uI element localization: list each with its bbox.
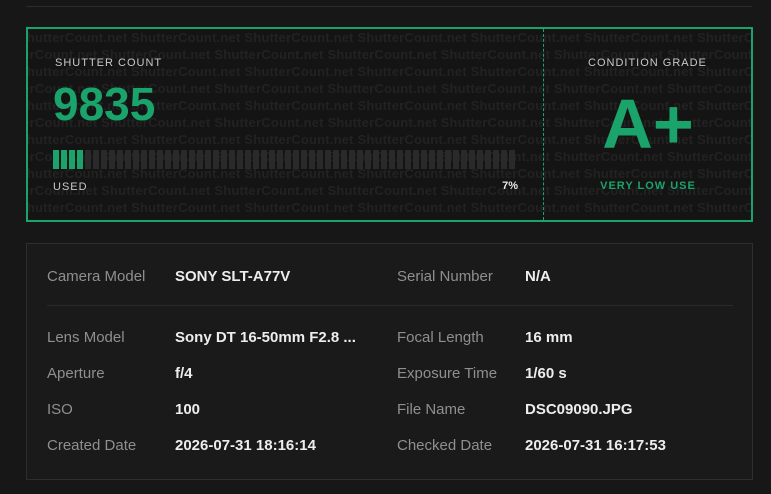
iso-label: ISO [47,401,73,418]
progress-segment-empty [429,150,435,169]
usage-progress-bar [53,150,519,169]
progress-segment-empty [173,150,179,169]
progress-segment-empty [317,150,323,169]
progress-segment-empty [509,150,515,169]
progress-segment-empty [189,150,195,169]
created-date-value: 2026-07-31 18:16:14 [175,437,316,454]
lens-model-value: Sony DT 16-50mm F2.8 ... [175,329,356,346]
progress-segment-filled [69,150,75,169]
progress-segment-empty [221,150,227,169]
progress-segment-empty [197,150,203,169]
card-divider [543,29,544,220]
progress-segment-empty [101,150,107,169]
progress-segment-filled [77,150,83,169]
condition-grade-label: CONDITION GRADE [588,57,707,69]
focal-length-label: Focal Length [397,329,484,346]
serial-number-label: Serial Number [397,268,493,285]
progress-segment-empty [485,150,491,169]
progress-segment-empty [181,150,187,169]
progress-segment-empty [341,150,347,169]
progress-segment-empty [109,150,115,169]
progress-segment-empty [453,150,459,169]
progress-segment-empty [365,150,371,169]
progress-segment-empty [445,150,451,169]
condition-grade-value: A+ [602,85,694,163]
used-label: USED [53,181,88,193]
exposure-time-label: Exposure Time [397,365,498,382]
aperture-label: Aperture [47,365,105,382]
progress-segment-empty [421,150,427,169]
progress-segment-empty [477,150,483,169]
progress-segment-empty [229,150,235,169]
progress-segment-empty [405,150,411,169]
progress-segment-empty [125,150,131,169]
progress-segment-empty [301,150,307,169]
progress-segment-empty [413,150,419,169]
details-separator [47,305,733,306]
progress-segment-empty [437,150,443,169]
file-name-label: File Name [397,401,466,418]
aperture-value: f/4 [175,365,193,382]
progress-segment-empty [493,150,499,169]
used-percent: 7% [502,180,518,192]
progress-segment-empty [261,150,267,169]
progress-segment-empty [293,150,299,169]
iso-value: 100 [175,401,201,418]
progress-segment-empty [469,150,475,169]
checked-date-label: Checked Date [397,437,493,454]
checked-date-value: 2026-07-31 16:17:53 [525,437,666,454]
progress-segment-empty [149,150,155,169]
progress-segment-empty [205,150,211,169]
shutter-count-value: 9835 [53,78,156,130]
progress-segment-empty [133,150,139,169]
progress-segment-empty [349,150,355,169]
watermark-line: ShutterCount.net ShutterCount.net Shutte… [28,216,751,220]
serial-number-value: N/A [525,268,551,285]
progress-segment-empty [117,150,123,169]
watermark-line: ShutterCount.net ShutterCount.net Shutte… [28,30,751,45]
exposure-time-value: 1/60 s [525,365,567,382]
progress-segment-empty [381,150,387,169]
progress-segment-empty [277,150,283,169]
created-date-label: Created Date [47,437,137,454]
progress-segment-empty [325,150,331,169]
focal-length-value: 16 mm [525,329,573,346]
progress-segment-empty [309,150,315,169]
progress-segment-empty [245,150,251,169]
progress-segment-empty [253,150,259,169]
progress-segment-empty [285,150,291,169]
lens-model-label: Lens Model [47,329,125,346]
progress-segment-empty [157,150,163,169]
progress-segment-empty [165,150,171,169]
progress-segment-empty [237,150,243,169]
progress-segment-empty [461,150,467,169]
progress-segment-empty [269,150,275,169]
progress-segment-filled [61,150,67,169]
top-divider [26,6,752,7]
progress-segment-filled [53,150,59,169]
progress-segment-empty [213,150,219,169]
camera-model-value: SONY SLT-A77V [175,268,291,285]
progress-segment-empty [141,150,147,169]
camera-model-label: Camera Model [47,268,146,285]
progress-segment-empty [397,150,403,169]
shutter-count-card: ShutterCount.net ShutterCount.net Shutte… [26,27,753,222]
progress-segment-empty [333,150,339,169]
watermark-line: ShutterCount.net ShutterCount.net Shutte… [28,200,751,215]
progress-segment-empty [373,150,379,169]
progress-segment-empty [93,150,99,169]
condition-grade-description: VERY LOW USE [600,180,696,192]
progress-segment-empty [85,150,91,169]
progress-segment-empty [501,150,507,169]
progress-segment-empty [357,150,363,169]
exif-details-panel: Camera Model SONY SLT-A77V Serial Number… [26,243,753,480]
shutter-count-label: SHUTTER COUNT [55,57,163,69]
progress-segment-empty [389,150,395,169]
file-name-value: DSC09090.JPG [525,401,633,418]
